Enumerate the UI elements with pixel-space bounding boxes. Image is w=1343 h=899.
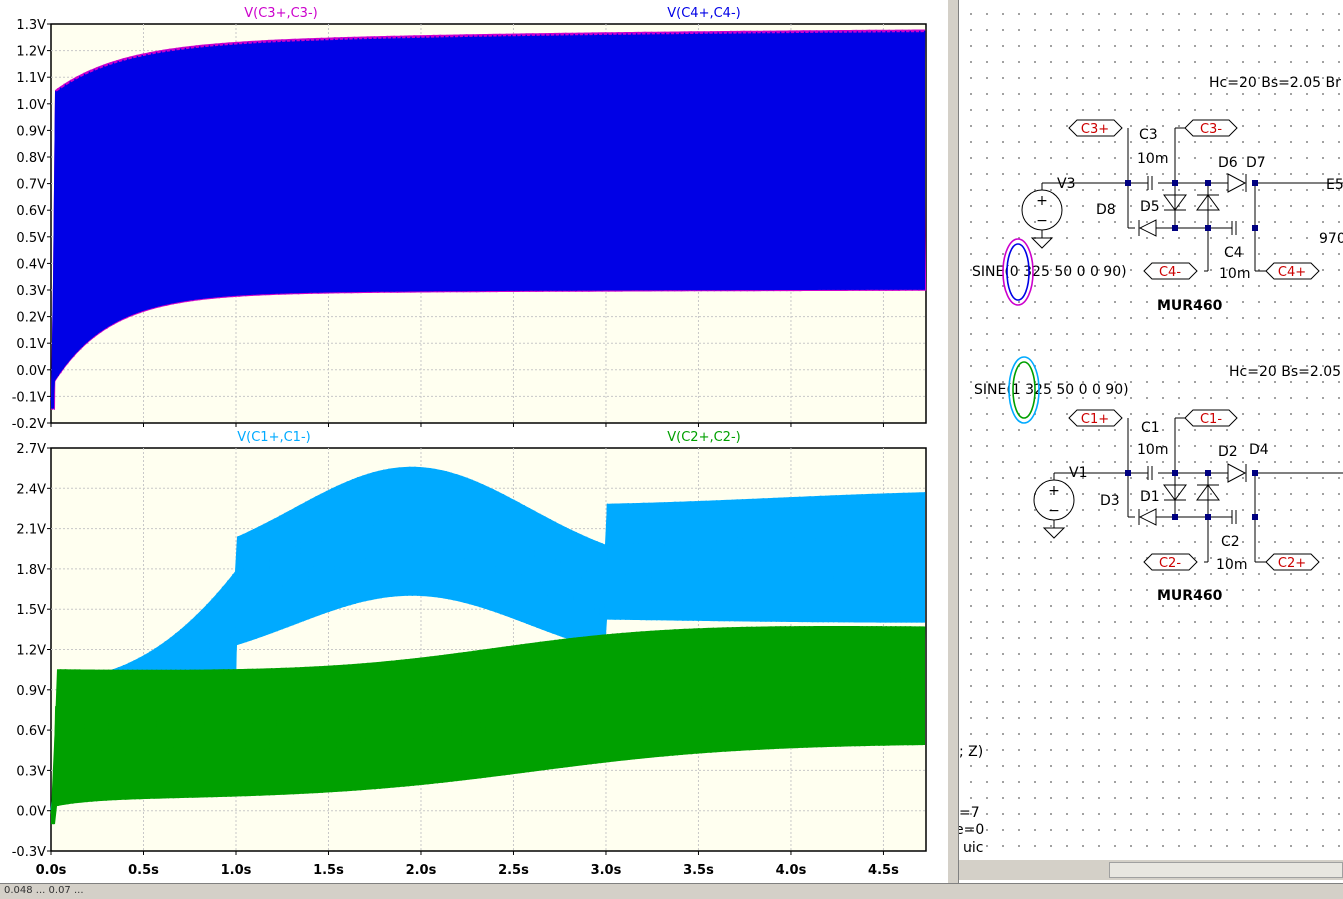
y-tick-label: -0.1V xyxy=(12,390,46,405)
netlabel-c1m[interactable]: C1- xyxy=(1200,412,1222,427)
y-tick-label: 2.4V xyxy=(16,482,46,497)
scrollbar-thumb[interactable] xyxy=(1109,862,1343,878)
x-tick-label: 3.0s xyxy=(591,863,622,878)
x-tick-label: 2.5s xyxy=(498,863,529,878)
waveform-canvas[interactable]: 1.3V 1.2V 1.1V 1.0V 0.9V 0.8V 0.7V 0.6V 0.5V 0.4V… xyxy=(0,0,947,883)
core-params-top: Hc=20 Bs=2.05 Br xyxy=(1209,75,1341,91)
comp-d7[interactable]: D7 xyxy=(1246,155,1266,171)
comp-d3[interactable]: D3 xyxy=(1100,493,1120,509)
x-tick-label: 2.0s xyxy=(406,863,437,878)
netlabel-c2m[interactable]: C2- xyxy=(1159,556,1181,571)
y-tick-label: 1.5V xyxy=(16,603,46,618)
trace-label-c3[interactable]: V(C3+,C3-) xyxy=(244,6,317,21)
comp-e5[interactable]: E5 xyxy=(1326,177,1343,193)
y-tick-label: 0.6V xyxy=(16,204,46,219)
comp-d4[interactable]: D4 xyxy=(1249,442,1269,458)
y-tick-label: 0.9V xyxy=(16,684,46,699)
netlabel-c1p[interactable]: C1+ xyxy=(1081,412,1109,427)
svg-text:−: − xyxy=(1048,503,1060,519)
trace-label-c1[interactable]: V(C1+,C1-) xyxy=(237,430,310,445)
netlabel-c4p[interactable]: C4+ xyxy=(1278,265,1306,280)
source-value-bottom[interactable]: SINE(1 325 50 0 0 90) xyxy=(974,382,1129,398)
y-tick-label: 1.3V xyxy=(16,18,46,33)
status-text: 0.048 ... 0.07 ... xyxy=(4,885,84,896)
netlabel-c4m[interactable]: C4- xyxy=(1159,265,1181,280)
x-tick-label: 0.0s xyxy=(36,863,67,878)
y-tick-label: 0.4V xyxy=(16,257,46,272)
comp-d2[interactable]: D2 xyxy=(1218,444,1238,460)
y-tick-label: 0.5V xyxy=(16,231,46,246)
x-tick-label: 0.5s xyxy=(128,863,159,878)
y-tick-label: 0.0V xyxy=(16,805,46,820)
y-axis-top: 1.3V 1.2V 1.1V 1.0V 0.9V 0.8V 0.7V 0.6V 0.5V 0.4V… xyxy=(12,18,51,432)
trace-label-c4[interactable]: V(C4+,C4-) xyxy=(667,6,740,21)
y-tick-label: 0.3V xyxy=(16,764,46,779)
y-tick-label: 1.2V xyxy=(16,45,46,60)
directive-fragment-uic[interactable]: uic xyxy=(963,840,983,856)
y-tick-label: 0.6V xyxy=(16,724,46,739)
directive-fragment-0[interactable]: e=0 xyxy=(959,822,984,838)
comp-d6[interactable]: D6 xyxy=(1218,155,1238,171)
svg-text:−: − xyxy=(1036,213,1048,229)
comp-d8[interactable]: D8 xyxy=(1096,202,1116,218)
y-tick-label: 1.0V xyxy=(16,98,46,113)
y-tick-label: -0.3V xyxy=(12,845,46,860)
window-splitter[interactable] xyxy=(947,0,959,899)
schematic-canvas[interactable]: + − + − C3+ C3- C4- C4+ C1+ C1- C2- C2+ … xyxy=(959,0,1343,883)
diode-model-bottom[interactable]: MUR460 xyxy=(1157,588,1223,604)
x-tick-label: 1.5s xyxy=(313,863,344,878)
comp-c4-value[interactable]: 10m xyxy=(1219,266,1250,282)
comp-c2-value[interactable]: 10m xyxy=(1216,557,1247,573)
source-name-v3[interactable]: V3 xyxy=(1057,176,1075,192)
horizontal-scrollbar[interactable] xyxy=(959,860,1343,880)
comp-d1[interactable]: D1 xyxy=(1140,489,1160,505)
status-bar: 0.048 ... 0.07 ... xyxy=(0,883,1343,899)
y-tick-label: 0.7V xyxy=(16,178,46,193)
diode-model-top[interactable]: MUR460 xyxy=(1157,298,1223,314)
svg-text:+: + xyxy=(1036,193,1048,209)
comp-c3-value[interactable]: 10m xyxy=(1137,151,1168,167)
schematic-editor[interactable]: + − + − C3+ C3- C4- C4+ C1+ C1- C2- C2+ … xyxy=(959,0,1343,883)
y-tick-label: 2.7V xyxy=(16,442,46,457)
comp-c1[interactable]: C1 xyxy=(1141,420,1160,436)
voltage-source-v1[interactable]: + − xyxy=(1033,479,1075,539)
comp-970[interactable]: 970 xyxy=(1319,231,1343,247)
y-tick-label: 1.8V xyxy=(16,563,46,578)
y-tick-label: 1.1V xyxy=(16,71,46,86)
x-tick-label: 4.0s xyxy=(776,863,807,878)
comp-c2[interactable]: C2 xyxy=(1221,534,1240,550)
netlabel-c3m[interactable]: C3- xyxy=(1200,122,1222,137)
y-tick-label: 0.1V xyxy=(16,337,46,352)
waveform-viewer[interactable]: 1.3V 1.2V 1.1V 1.0V 0.9V 0.8V 0.7V 0.6V 0.5V 0.4V… xyxy=(0,0,947,883)
y-tick-label: 1.2V xyxy=(16,644,46,659)
comp-c1-value[interactable]: 10m xyxy=(1137,442,1168,458)
trace-label-c2[interactable]: V(C2+,C2-) xyxy=(667,430,740,445)
comp-d5[interactable]: D5 xyxy=(1140,199,1160,215)
voltage-source-v3[interactable]: + − xyxy=(1021,189,1063,249)
y-tick-label: 0.3V xyxy=(16,284,46,299)
y-tick-label: 0.9V xyxy=(16,124,46,139)
y-tick-label: 0.2V xyxy=(16,311,46,326)
y-tick-label: -0.2V xyxy=(12,417,46,432)
netlabel-c2p[interactable]: C2+ xyxy=(1278,556,1306,571)
comp-c4[interactable]: C4 xyxy=(1224,245,1243,261)
x-tick-label: 3.5s xyxy=(683,863,714,878)
directive-fragment-7[interactable]: =7 xyxy=(959,805,980,821)
y-tick-label: 0.8V xyxy=(16,151,46,166)
comp-c3[interactable]: C3 xyxy=(1139,127,1158,143)
x-tick-label: 4.5s xyxy=(868,863,899,878)
y-tick-label: 2.1V xyxy=(16,523,46,538)
source-name-v1[interactable]: V1 xyxy=(1069,465,1087,481)
source-value-top[interactable]: SINE(0 325 50 0 0 90) xyxy=(972,264,1127,280)
directive-fragment-z[interactable]: ; Z) xyxy=(959,744,983,760)
netlabel-c3p[interactable]: C3+ xyxy=(1081,122,1109,137)
x-tick-label: 1.0s xyxy=(221,863,252,878)
y-axis-bottom: 2.7V 2.4V 2.1V 1.8V 1.5V 1.2V 0.9V 0.6V 0.3V 0.0V… xyxy=(12,442,51,860)
core-params-bottom: Hc=20 Bs=2.05 xyxy=(1229,364,1341,380)
svg-text:+: + xyxy=(1048,483,1060,499)
x-axis: 0.0s 0.5s 1.0s 1.5s 2.0s 2.5s 3.0s 3.5s 4.0s 4.5s xyxy=(36,863,899,878)
y-tick-label: 0.0V xyxy=(16,364,46,379)
